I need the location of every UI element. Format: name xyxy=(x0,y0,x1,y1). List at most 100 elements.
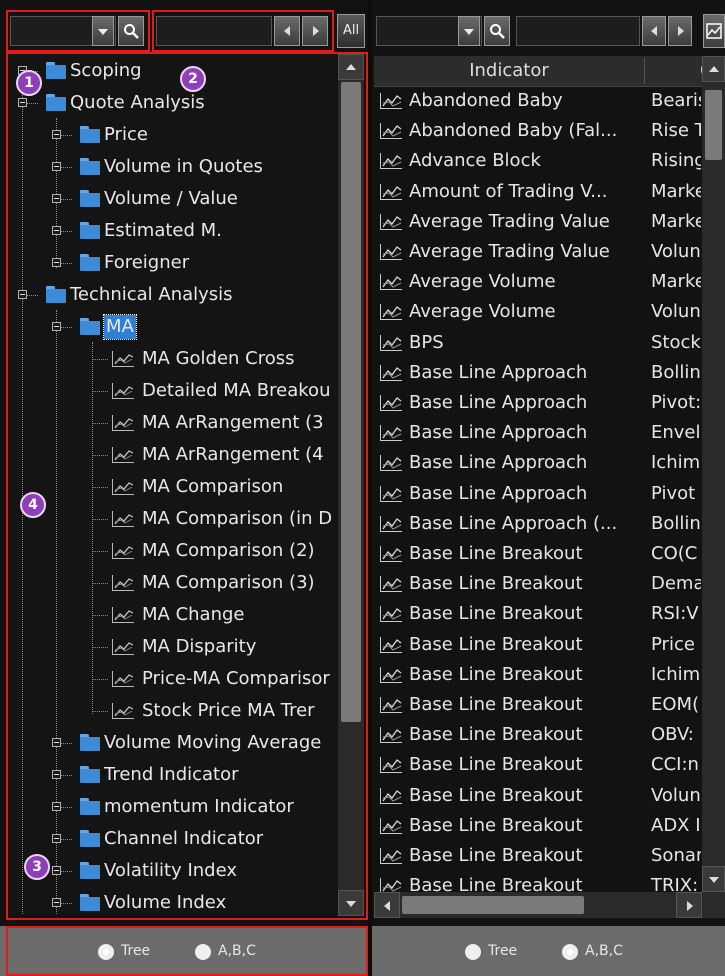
indicator-list-row[interactable]: Abandoned Baby Bearis xyxy=(376,86,701,116)
expander-box-icon[interactable] xyxy=(52,194,61,203)
indicator-list-row[interactable]: Base Line Breakout CO(C xyxy=(376,539,701,569)
tree-folder-row[interactable]: Volume / Value xyxy=(0,183,336,215)
indicator-list-row[interactable]: Base Line Approach Ichim xyxy=(376,448,701,478)
indicator-list-row[interactable]: Amount of Trading V... Marke xyxy=(376,177,701,207)
expander-box-icon[interactable] xyxy=(52,130,61,139)
tree-folder-row[interactable]: Volume Moving Average xyxy=(0,727,336,759)
indicator-name: Base Line Breakout xyxy=(409,845,583,866)
scroll-right-button[interactable] xyxy=(676,892,702,918)
right-dropdown-button[interactable] xyxy=(458,16,480,46)
right-abc-radio[interactable] xyxy=(562,944,578,960)
expander-box-icon[interactable] xyxy=(52,322,61,331)
indicator-list-row[interactable]: Base Line Approach Pivot xyxy=(376,479,701,509)
tree-folder-row[interactable]: Channel Indicator xyxy=(0,823,336,855)
expander-box-icon[interactable] xyxy=(18,290,27,299)
list-scroll-down-button[interactable] xyxy=(702,866,725,892)
tree-folder-row[interactable]: Trend Indicator xyxy=(0,759,336,791)
indicator-list-row[interactable]: Base Line Breakout Dema xyxy=(376,569,701,599)
expander-box-icon[interactable] xyxy=(52,866,61,875)
list-scroll-thumb[interactable] xyxy=(705,90,722,160)
indicator-list-row[interactable]: Base Line Approach Bollin xyxy=(376,358,701,388)
right-next-button[interactable] xyxy=(668,16,692,46)
indicator-list-row[interactable]: Average Trading Value Marke xyxy=(376,207,701,237)
expander-box-icon[interactable] xyxy=(52,770,61,779)
tree-indicator-row[interactable]: Detailed MA Breakou xyxy=(0,375,336,407)
all-button[interactable]: All xyxy=(337,14,365,48)
tree-folder-row[interactable]: Volume in Quotes xyxy=(0,151,336,183)
indicator-list-row[interactable]: Base Line Breakout Sonar xyxy=(376,841,701,871)
indicator-list-row[interactable]: Base Line Approach Envel xyxy=(376,418,701,448)
indicator-list-row[interactable]: Advance Block Rising xyxy=(376,146,701,176)
expander-box-icon[interactable] xyxy=(52,802,61,811)
column-header-indicator[interactable]: Indicator xyxy=(374,56,644,86)
indicator-list-row[interactable]: Base Line Breakout Volun xyxy=(376,781,701,811)
tree-indicator-row[interactable]: MA Comparison (2) xyxy=(0,535,336,567)
list-scroll-up-button[interactable] xyxy=(702,56,725,82)
indicator-list-row[interactable]: Base Line Breakout TRIX: xyxy=(376,871,701,892)
indicator-list-row[interactable]: Abandoned Baby (Fal... Rise T xyxy=(376,116,701,146)
scroll-thumb[interactable] xyxy=(341,82,361,722)
tree-indicator-row[interactable]: MA Change xyxy=(0,599,336,631)
tree-guide-line xyxy=(92,647,108,648)
h-scroll-thumb[interactable] xyxy=(402,896,584,914)
indicator-list-row[interactable]: Base Line Approach (... Bollin xyxy=(376,509,701,539)
right-view-mode-bar xyxy=(372,926,725,976)
indicator-list-row[interactable]: Average Volume Marke xyxy=(376,267,701,297)
expander-box-icon[interactable] xyxy=(52,258,61,267)
expander-box-icon[interactable] xyxy=(18,98,27,107)
right-search-button[interactable] xyxy=(484,16,510,46)
tree-indicator-row[interactable]: MA ArRangement (3 xyxy=(0,407,336,439)
indicator-list-row[interactable]: Base Line Breakout CCI:n xyxy=(376,750,701,780)
scroll-up-button[interactable] xyxy=(338,54,364,80)
tree-indicator-row[interactable]: Stock Price MA Trer xyxy=(0,695,336,727)
tree-indicator-row[interactable]: Price-MA Comparisor xyxy=(0,663,336,695)
tree-folder-row[interactable]: Scoping xyxy=(0,55,336,87)
indicator-list-row[interactable]: BPS Stock xyxy=(376,328,701,358)
scroll-down-button[interactable] xyxy=(338,890,364,916)
tree-folder-row[interactable]: Technical Analysis xyxy=(0,279,336,311)
tree-folder-row[interactable]: Estimated M. xyxy=(0,215,336,247)
tree-folder-row[interactable]: Volume Index xyxy=(0,887,336,919)
tree-indicator-row[interactable]: MA ArRangement (4 xyxy=(0,439,336,471)
right-result-field[interactable] xyxy=(516,16,640,46)
tree-folder-row[interactable]: Volatility Index xyxy=(0,855,336,887)
tree-radio[interactable] xyxy=(98,944,114,960)
tree-folder-row[interactable]: MA xyxy=(0,311,336,343)
left-search-button[interactable] xyxy=(118,16,144,46)
indicator-list-row[interactable]: Base Line Breakout ADX I xyxy=(376,811,701,841)
expander-box-icon[interactable] xyxy=(52,898,61,907)
indicator-list-row[interactable]: Average Trading Value Volun xyxy=(376,237,701,267)
indicator-list-row[interactable]: Base Line Breakout RSI:V xyxy=(376,599,701,629)
indicator-list-row[interactable]: Base Line Breakout EOM( xyxy=(376,690,701,720)
tree-indicator-row[interactable]: MA Comparison xyxy=(0,471,336,503)
left-dropdown-button[interactable] xyxy=(92,16,114,46)
tree-folder-row[interactable]: momentum Indicator xyxy=(0,791,336,823)
right-prev-button[interactable] xyxy=(642,16,666,46)
tree-indicator-row[interactable]: MA Comparison (in D xyxy=(0,503,336,535)
tree-indicator-row[interactable]: MA Golden Cross xyxy=(0,343,336,375)
expander-box-icon[interactable] xyxy=(52,162,61,171)
expander-box-icon[interactable] xyxy=(52,226,61,235)
tree-folder-row[interactable]: Foreigner xyxy=(0,247,336,279)
indicator-list-row[interactable]: Base Line Breakout OBV: xyxy=(376,720,701,750)
callout-badge-1: 1 xyxy=(16,70,42,96)
list-scrollbar[interactable] xyxy=(702,56,725,892)
indicator-list[interactable]: Abandoned Baby Bearis Abandoned Baby (Fal.… xyxy=(374,86,701,892)
right-tree-radio[interactable] xyxy=(465,944,481,960)
expander-box-icon[interactable] xyxy=(52,834,61,843)
indicator-list-row[interactable]: Average Volume Volun xyxy=(376,297,701,327)
tree-indicator-row[interactable]: MA Disparity xyxy=(0,631,336,663)
indicator-list-row[interactable]: Base Line Breakout Price xyxy=(376,630,701,660)
chart-view-button[interactable] xyxy=(703,14,725,48)
tree-folder-row[interactable]: Quote Analysis xyxy=(0,87,336,119)
indicator-list-row[interactable]: Base Line Breakout Ichim xyxy=(376,660,701,690)
tree-folder-row[interactable]: Price xyxy=(0,119,336,151)
expander-box-icon[interactable] xyxy=(52,738,61,747)
prev-button[interactable] xyxy=(274,16,300,46)
tree-indicator-row[interactable]: MA Comparison (3) xyxy=(0,567,336,599)
abc-radio[interactable] xyxy=(195,944,211,960)
scroll-left-button[interactable] xyxy=(374,892,400,918)
next-button[interactable] xyxy=(302,16,328,46)
indicator-list-row[interactable]: Base Line Approach Pivot: xyxy=(376,388,701,418)
left-result-field[interactable] xyxy=(156,16,272,46)
